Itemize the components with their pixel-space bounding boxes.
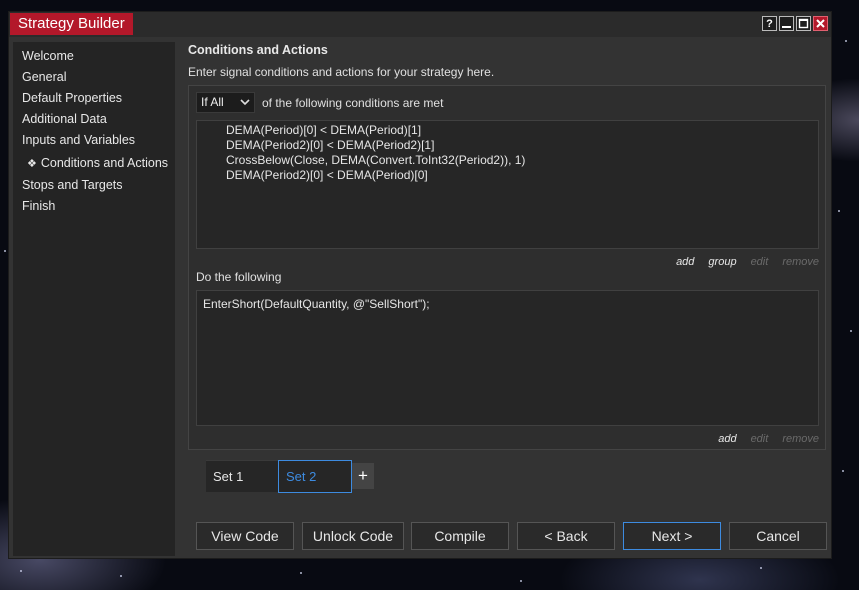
page-description: Enter signal conditions and actions for … xyxy=(188,65,495,79)
sidebar-item-label: Inputs and Variables xyxy=(22,133,136,147)
page-title: Conditions and Actions xyxy=(188,43,328,57)
actions-label: Do the following xyxy=(196,270,282,284)
current-step-icon: ❖ xyxy=(27,158,37,170)
condition-item[interactable]: DEMA(Period)[0] < DEMA(Period)[1] xyxy=(226,123,421,137)
conditions-actions-panel: If All of the following conditions are m… xyxy=(188,85,826,450)
maximize-button[interactable] xyxy=(796,16,811,31)
condition-mode-value: If All xyxy=(201,95,224,109)
sidebar-item-label: Additional Data xyxy=(22,112,107,126)
add-action-link[interactable]: add xyxy=(718,433,736,445)
set-tabs: Set 1 Set 2 + xyxy=(206,460,374,494)
next-button[interactable]: Next > xyxy=(623,522,721,550)
tab-set-2[interactable]: Set 2 xyxy=(278,460,352,493)
sidebar-item-additional-data[interactable]: Additional Data xyxy=(13,109,175,130)
sidebar-item-default-properties[interactable]: Default Properties xyxy=(13,88,175,109)
close-icon xyxy=(816,19,825,28)
sidebar-item-label: Stops and Targets xyxy=(22,178,123,192)
sidebar-item-stops-and-targets[interactable]: Stops and Targets xyxy=(13,175,175,196)
minimize-icon xyxy=(782,26,791,28)
minimize-button[interactable] xyxy=(779,16,794,31)
edit-condition-link[interactable]: edit xyxy=(751,256,769,268)
unlock-code-button[interactable]: Unlock Code xyxy=(302,522,404,550)
cancel-button[interactable]: Cancel xyxy=(729,522,827,550)
chevron-down-icon xyxy=(240,93,250,119)
sidebar-item-conditions-and-actions[interactable]: ❖ Conditions and Actions xyxy=(13,153,175,175)
add-condition-link[interactable]: add xyxy=(676,256,694,268)
wizard-sidebar: Welcome General Default Properties Addit… xyxy=(13,42,175,556)
main-content: Conditions and Actions Enter signal cond… xyxy=(185,42,829,556)
condition-links: add group edit remove xyxy=(676,256,819,268)
window-controls: ? xyxy=(762,16,828,31)
sidebar-item-finish[interactable]: Finish xyxy=(13,196,175,217)
sidebar-item-label: Default Properties xyxy=(22,91,123,105)
title-bar: Strategy Builder ? xyxy=(9,12,831,37)
sidebar-item-inputs-and-variables[interactable]: Inputs and Variables xyxy=(13,130,175,151)
group-condition-link[interactable]: group xyxy=(708,256,736,268)
condition-mode-label: of the following conditions are met xyxy=(262,96,444,110)
edit-action-link[interactable]: edit xyxy=(751,433,769,445)
remove-condition-link[interactable]: remove xyxy=(782,256,819,268)
help-button[interactable]: ? xyxy=(762,16,777,31)
sidebar-item-general[interactable]: General xyxy=(13,67,175,88)
maximize-icon xyxy=(798,18,809,29)
remove-action-link[interactable]: remove xyxy=(782,433,819,445)
condition-item[interactable]: DEMA(Period2)[0] < DEMA(Period)[0] xyxy=(226,168,428,182)
window-title: Strategy Builder xyxy=(10,13,133,35)
condition-item[interactable]: DEMA(Period2)[0] < DEMA(Period2)[1] xyxy=(226,138,434,152)
condition-mode-select[interactable]: If All xyxy=(196,92,255,113)
action-links: add edit remove xyxy=(718,433,819,445)
add-set-button[interactable]: + xyxy=(352,463,374,489)
sidebar-item-welcome[interactable]: Welcome xyxy=(13,46,175,67)
back-button[interactable]: < Back xyxy=(517,522,615,550)
sidebar-item-label: Conditions and Actions xyxy=(40,156,169,170)
close-button[interactable] xyxy=(813,16,828,31)
view-code-button[interactable]: View Code xyxy=(196,522,294,550)
action-item[interactable]: EnterShort(DefaultQuantity, @"SellShort"… xyxy=(203,297,430,311)
actions-list[interactable]: EnterShort(DefaultQuantity, @"SellShort"… xyxy=(196,290,819,426)
strategy-builder-window: Strategy Builder ? Welcome General Defau… xyxy=(8,11,832,559)
sidebar-item-label: General xyxy=(22,70,67,84)
compile-button[interactable]: Compile xyxy=(411,522,509,550)
tab-set-1[interactable]: Set 1 xyxy=(206,460,278,492)
sidebar-item-label: Finish xyxy=(22,199,56,213)
conditions-list[interactable]: DEMA(Period)[0] < DEMA(Period)[1] DEMA(P… xyxy=(196,120,819,249)
condition-item[interactable]: CrossBelow(Close, DEMA(Convert.ToInt32(P… xyxy=(226,153,525,167)
sidebar-item-label: Welcome xyxy=(22,49,74,63)
